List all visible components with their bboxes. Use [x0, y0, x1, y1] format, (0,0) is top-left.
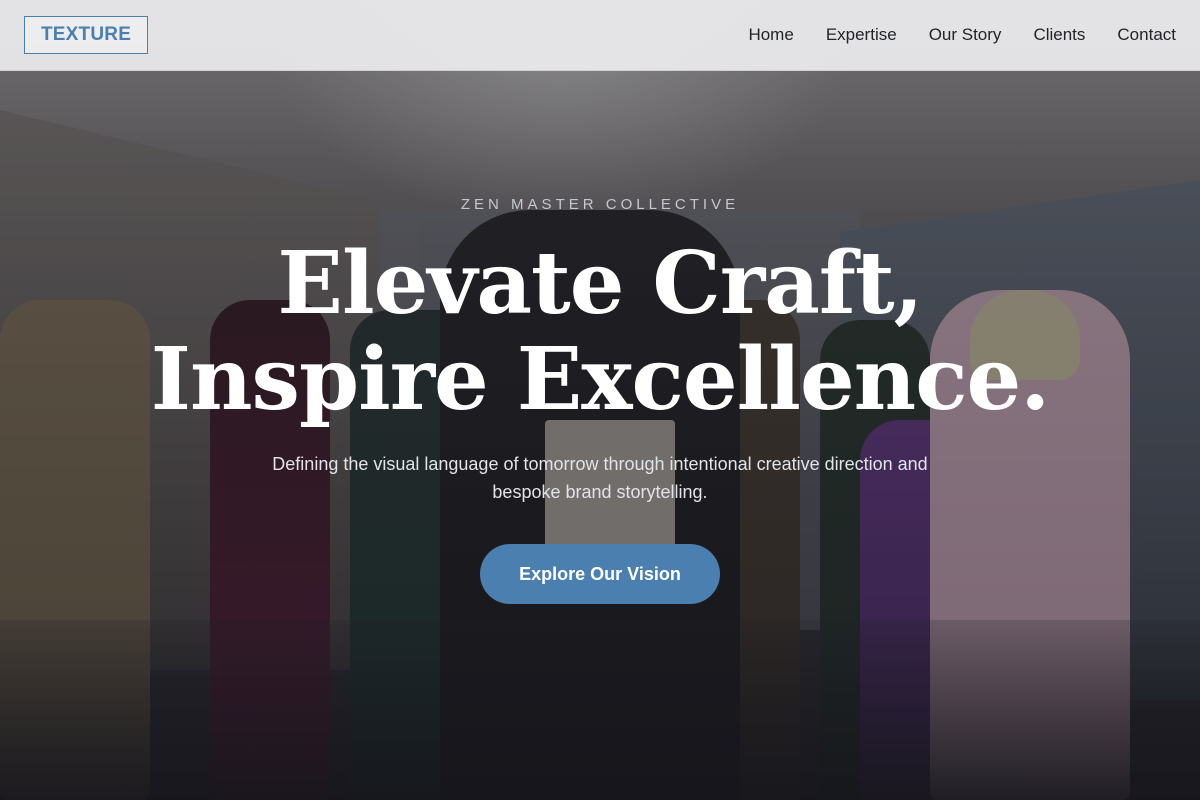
nav-link-our-story[interactable]: Our Story — [929, 25, 1002, 45]
hero-headline-line-1: Elevate Craft, — [277, 233, 923, 334]
hero-subtext: Defining the visual language of tomorrow… — [272, 454, 928, 502]
main-nav: Home Expertise Our Story Clients Contact — [716, 25, 1176, 45]
nav-link-expertise[interactable]: Expertise — [826, 25, 897, 45]
hero-headline: Elevate Craft, Inspire Excellence. — [0, 236, 1200, 428]
explore-vision-button[interactable]: Explore Our Vision — [480, 544, 720, 604]
nav-link-contact[interactable]: Contact — [1117, 25, 1176, 45]
site-header: TEXTURE Home Expertise Our Story Clients… — [0, 0, 1200, 71]
nav-link-home[interactable]: Home — [748, 25, 793, 45]
nav-link-clients[interactable]: Clients — [1033, 25, 1085, 45]
hero-headline-line-2: Inspire Excellence. — [150, 329, 1050, 430]
hero-section: ZEN MASTER COLLECTIVE Elevate Craft, Ins… — [0, 0, 1200, 800]
landing-page: TEXTURE Home Expertise Our Story Clients… — [0, 0, 1200, 800]
logo[interactable]: TEXTURE — [24, 16, 149, 54]
hero-eyebrow: ZEN MASTER COLLECTIVE — [460, 196, 740, 213]
